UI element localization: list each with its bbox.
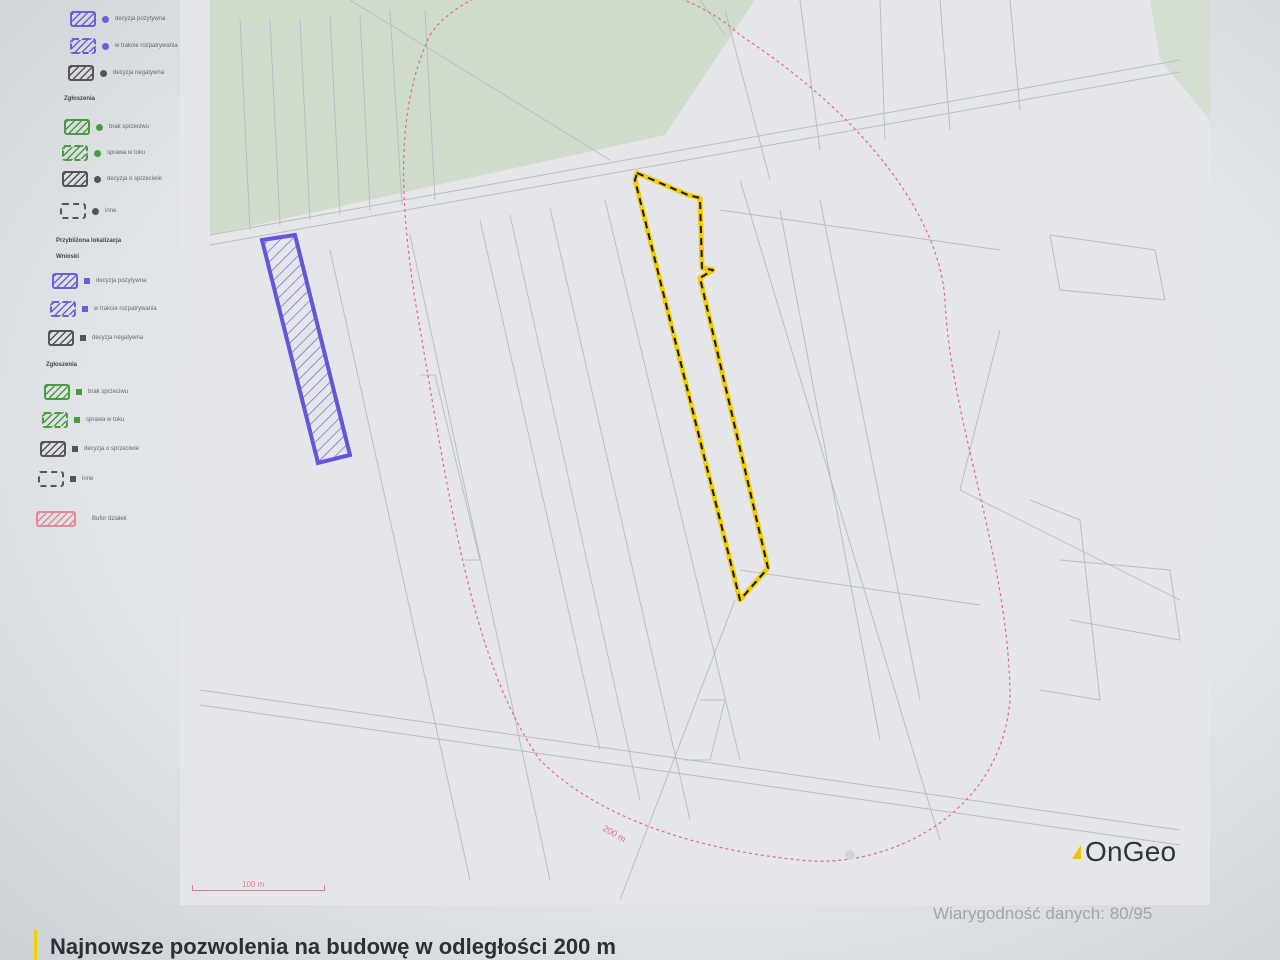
legend-swatch [64,119,90,135]
legend-marker-dot [94,149,101,157]
legend-marker-square [76,389,82,395]
map-canvas[interactable]: 200 m [180,0,1210,905]
legend-swatch [36,511,76,527]
legend-label: Bufor działek [92,516,127,522]
legend-label: decyzja o sprzeciwie [107,176,163,182]
legend-marker-dot [100,69,107,77]
legend-marker-square [74,417,80,423]
legend-label: brak sprzeciwu [109,124,150,130]
legend-label: inne [105,208,117,214]
legend-swatch [44,384,70,400]
scale-line [192,890,324,891]
legend-item: inne [38,468,93,490]
section-accent-bar [34,930,37,960]
legend-item: sprawa w toku [42,409,124,431]
legend-item: decyzja pozytywna [70,8,165,30]
legend-subheading: Wnioski [56,254,80,260]
legend-item: w trakcie rozpatrywania [50,298,157,320]
ongeo-logo: OnGeo [1072,836,1176,868]
legend-label: w trakcie rozpatrywania [115,43,178,49]
legend-marker-square [72,446,78,452]
legend-marker-dot [94,175,101,183]
legend-swatch [50,301,76,317]
legend-swatch [42,412,68,428]
legend-item: decyzja negatywna [68,62,164,84]
legend-swatch [52,273,78,289]
map-marker-icon [845,850,855,860]
legend-item: decyzja pozytywna [52,270,146,292]
legend-marker-dot [96,123,103,131]
legend-marker-dot [102,42,109,50]
legend-marker-square [82,306,88,312]
legend-swatch [62,145,88,161]
legend-item: w trakcie rozpatrywania [70,35,178,57]
legend-label: w trakcie rozpatrywania [94,306,157,312]
logo-text: OnGeo [1085,836,1177,867]
legend-marker-dot [92,207,99,215]
legend-item: decyzja o sprzeciwie [40,438,139,460]
legend-item: brak sprzeciwu [64,116,149,138]
legend-item: inne [60,200,116,222]
legend-label: sprawa w toku [86,417,125,423]
legend-swatch [60,203,86,219]
legend-heading: Zgłoszenia [64,96,96,102]
legend-label: sprawa w toku [107,150,146,156]
legend-marker-square [84,278,90,284]
scale-label: 100 m [242,880,265,889]
scale-tick [324,885,325,891]
legend-heading: Zgłoszenia [46,362,78,368]
legend-item: brak sprzeciwu [44,381,128,403]
legend-swatch [48,330,74,346]
legend-item: sprawa w toku [62,142,145,164]
legend-swatch [70,38,96,54]
scale-bar: 100 m [192,880,332,896]
legend-swatch [68,65,94,81]
legend-item: decyzja o sprzeciwie [62,168,162,190]
data-reliability-text: Wiarygodność danych: 80/95 [933,904,1153,923]
legend-label: decyzja pozytywna [96,278,147,284]
legend-label: decyzja negatywna [113,70,165,76]
legend-label: inne [82,476,94,482]
legend-label: brak sprzeciwu [88,389,129,395]
legend-label: decyzja negatywna [92,335,144,341]
legend-item: decyzja negatywna [48,327,143,349]
legend-label: decyzja pozytywna [115,16,166,22]
legend-swatch [40,441,66,457]
legend-swatch [62,171,88,187]
legend-swatch [38,471,64,487]
map-legend: decyzja pozytywna w trakcie rozpatrywani… [0,0,205,690]
section-heading: Najnowsze pozwolenia na budowę w odległo… [50,934,616,959]
legend-item-buffer: Bufor działek [36,508,127,530]
triangle-logo-icon [1072,845,1081,859]
legend-label: decyzja o sprzeciwie [84,446,140,452]
legend-marker-square [70,476,76,482]
legend-marker-dot [102,15,109,23]
legend-marker-square [80,335,86,341]
map-svg: 200 m [180,0,1210,905]
legend-heading: Przybliżona lokalizacja [56,238,122,244]
legend-swatch [70,11,96,27]
